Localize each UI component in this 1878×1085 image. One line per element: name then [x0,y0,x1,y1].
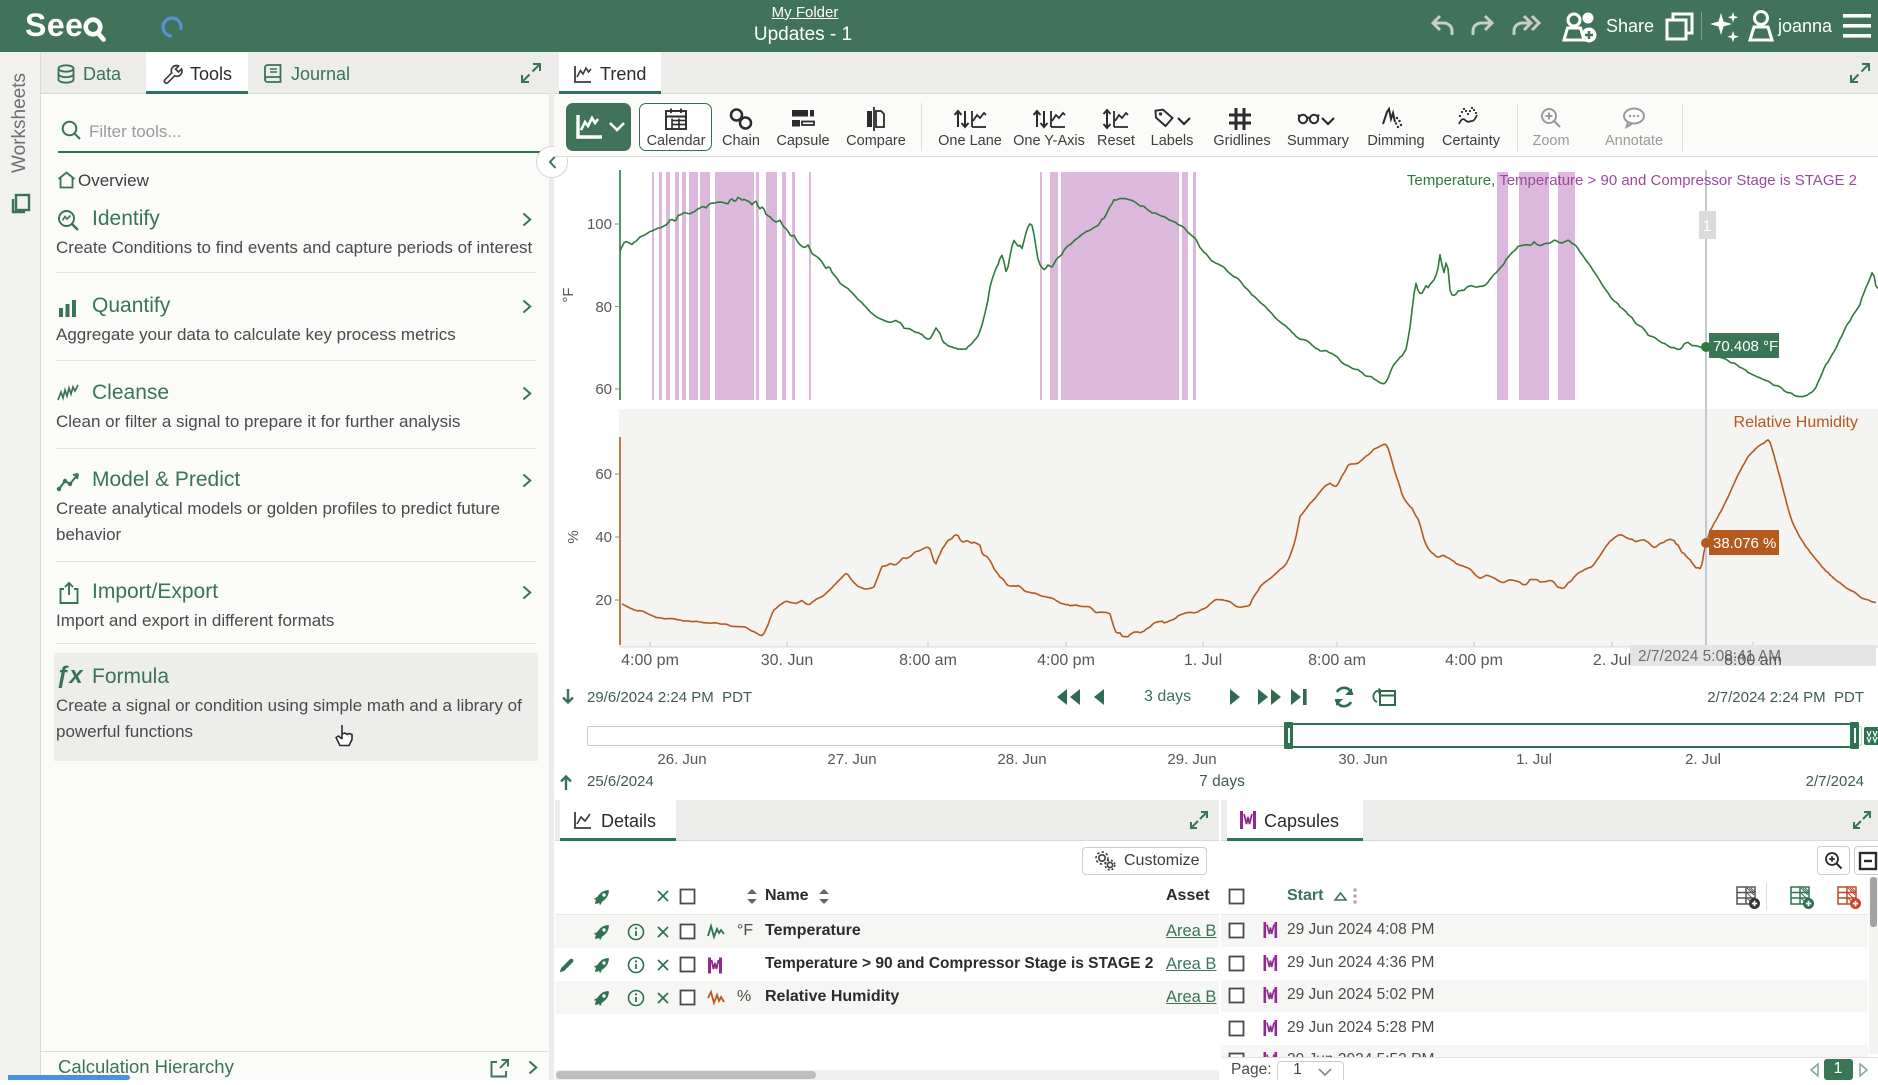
svg-text:4:00 pm: 4:00 pm [1445,652,1503,669]
svg-text:20: 20 [595,592,612,609]
svg-text:60: 60 [595,466,612,483]
svg-text:°F: °F [560,287,577,302]
svg-text:60: 60 [595,381,612,398]
svg-text:70.408 °F: 70.408 °F [1713,338,1778,355]
svg-text:4:00 pm: 4:00 pm [621,652,679,669]
svg-text:1. Jul: 1. Jul [1184,652,1222,669]
svg-text:8:00 am: 8:00 am [1308,652,1366,669]
svg-text:1: 1 [1703,218,1712,235]
svg-text:30. Jun: 30. Jun [761,652,813,669]
svg-text:80: 80 [595,299,612,316]
svg-text:8:00 am: 8:00 am [1724,652,1782,669]
svg-text:2. Jul: 2. Jul [1593,652,1631,669]
svg-text:%: % [565,530,582,543]
svg-text:4:00 pm: 4:00 pm [1037,652,1095,669]
svg-text:38.076 %: 38.076 % [1713,535,1776,552]
svg-text:40: 40 [595,529,612,546]
svg-text:8:00 am: 8:00 am [899,652,957,669]
svg-text:100: 100 [587,216,612,233]
